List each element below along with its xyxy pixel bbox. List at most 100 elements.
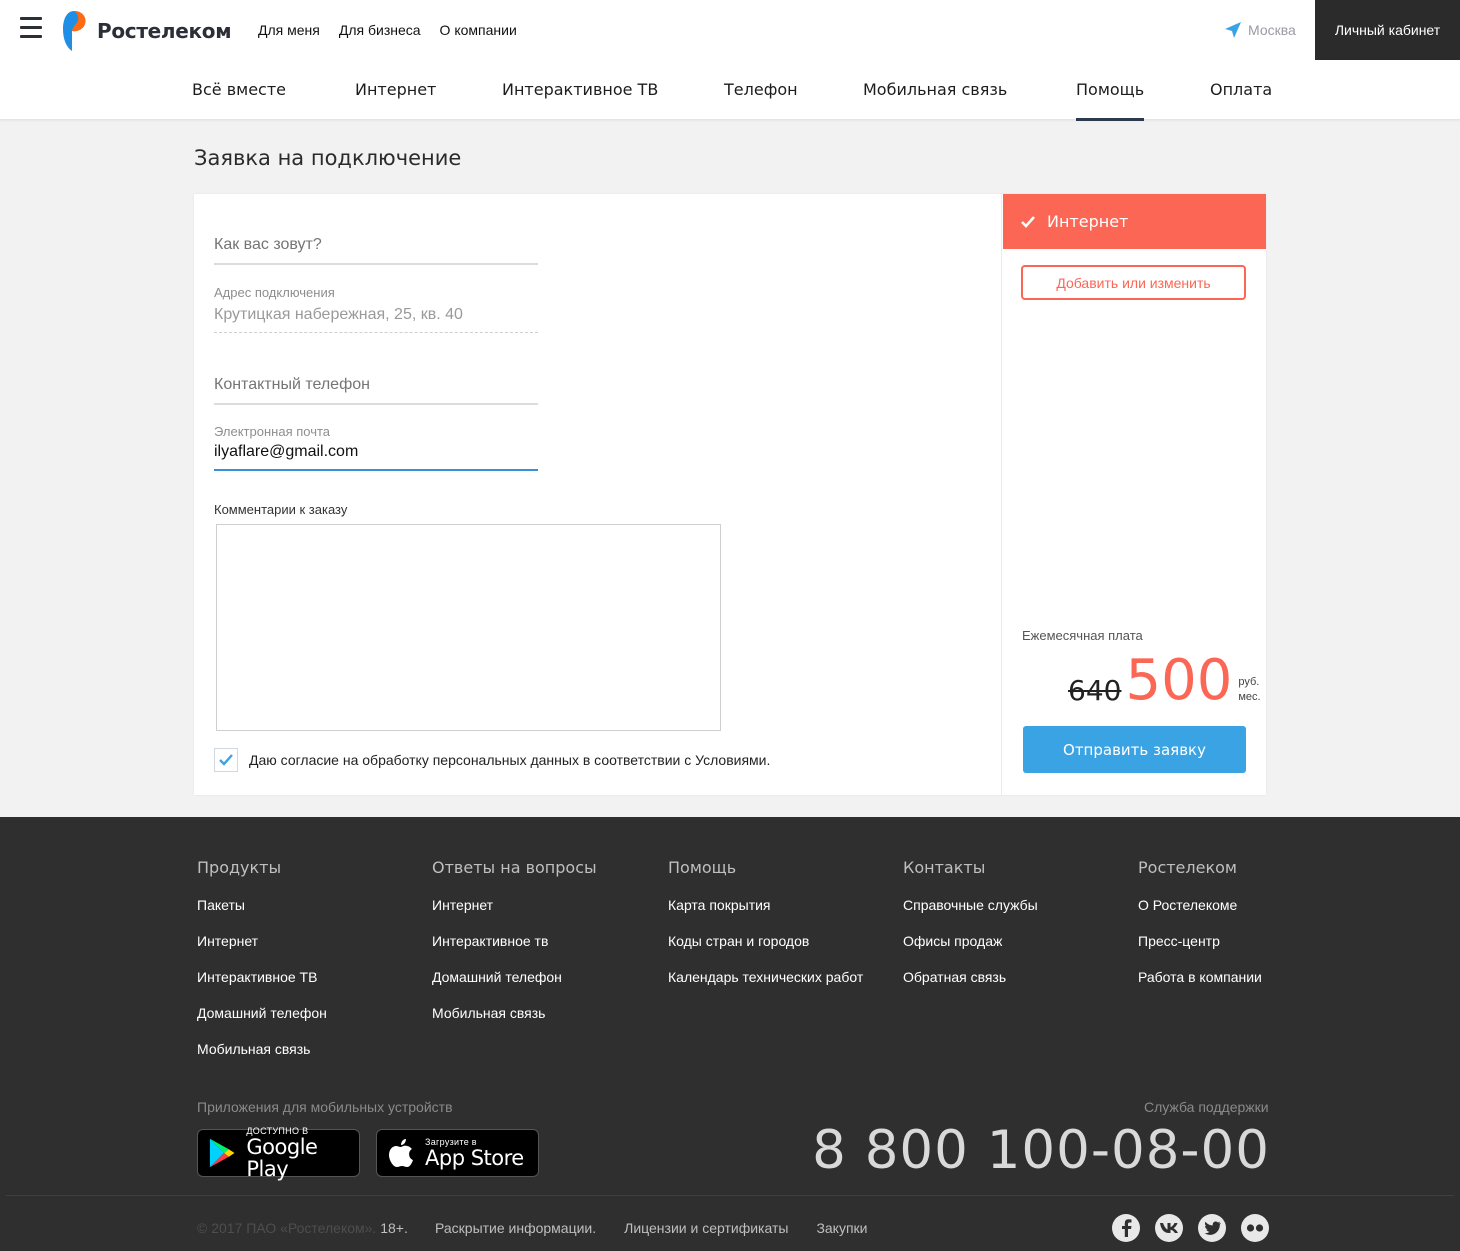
top-link-personal[interactable]: Для меня xyxy=(258,22,320,38)
footer-link[interactable]: О Ростелекоме xyxy=(1138,897,1262,933)
check-icon xyxy=(1021,215,1035,228)
phone-underline xyxy=(214,403,538,405)
menu-icon[interactable] xyxy=(20,17,42,41)
flickr-icon[interactable] xyxy=(1241,1214,1269,1242)
app-store-button[interactable]: Загрузите в App Store xyxy=(376,1129,539,1177)
email-field: Электронная почта xyxy=(214,424,538,471)
support-label: Служба поддержки xyxy=(1144,1099,1269,1115)
logo[interactable]: Ростелеком xyxy=(60,9,232,53)
name-field xyxy=(214,235,538,265)
apple-icon xyxy=(389,1139,413,1167)
footer-link[interactable]: Домашний телефон xyxy=(432,969,597,1005)
footer-link[interactable]: Интерактивное ТВ xyxy=(197,969,327,1005)
app-store-line2: App Store xyxy=(425,1146,524,1170)
email-input[interactable] xyxy=(214,441,538,463)
order-card: Адрес подключения Электронная почта Комм… xyxy=(194,194,1266,795)
copyright-text: © 2017 ПАО «Ростелеком». xyxy=(197,1220,377,1236)
new-price: 500 xyxy=(1125,648,1233,713)
vk-icon[interactable] xyxy=(1155,1214,1183,1242)
personal-account-button[interactable]: Личный кабинет xyxy=(1315,0,1460,60)
footer-col-title: Контакты xyxy=(903,858,986,877)
comment-label: Комментарии к заказу xyxy=(214,502,348,517)
city-selector[interactable]: Москва xyxy=(1224,21,1296,39)
nav-interactive-tv[interactable]: Интерактивное ТВ xyxy=(502,80,658,99)
footer-col-title: Ответы на вопросы xyxy=(432,858,597,877)
checkmark-icon xyxy=(219,754,233,766)
footer-link[interactable]: Справочные службы xyxy=(903,897,1038,933)
footer-col-products: Продукты Пакеты Интернет Интерактивное Т… xyxy=(197,858,327,1077)
consent-checkbox[interactable] xyxy=(214,748,238,772)
footer-link[interactable]: Пакеты xyxy=(197,897,327,933)
footer-link[interactable]: Интернет xyxy=(432,897,597,933)
main-nav: Всё вместе Интернет Интерактивное ТВ Тел… xyxy=(0,60,1460,121)
footer-link[interactable]: Интернет xyxy=(197,933,327,969)
procurement-link[interactable]: Закупки xyxy=(816,1220,867,1236)
address-input[interactable] xyxy=(214,304,538,326)
footer-link[interactable]: Работа в компании xyxy=(1138,969,1262,1005)
top-link-company[interactable]: О компании xyxy=(440,22,517,38)
nav-help[interactable]: Помощь xyxy=(1076,80,1145,121)
nav-all-together[interactable]: Всё вместе xyxy=(192,80,286,99)
submit-request-button[interactable]: Отправить заявку xyxy=(1023,726,1246,773)
address-field: Адрес подключения xyxy=(214,285,538,333)
footer-link[interactable]: Пресс-центр xyxy=(1138,933,1262,969)
location-arrow-icon xyxy=(1225,22,1241,38)
footer-col-contacts: Контакты Справочные службы Офисы продаж … xyxy=(903,858,1038,1005)
facebook-icon[interactable] xyxy=(1112,1214,1140,1242)
email-underline xyxy=(214,469,538,471)
support-phone[interactable]: 8 800 100-08-00 xyxy=(812,1120,1270,1181)
footer-link[interactable]: Календарь технических работ xyxy=(668,969,863,1005)
footer-link[interactable]: Карта покрытия xyxy=(668,897,863,933)
footer-col-title: Продукты xyxy=(197,858,282,877)
footer-col-company: Ростелеком О Ростелекоме Пресс-центр Раб… xyxy=(1138,858,1262,1005)
google-play-line2: Google Play xyxy=(246,1135,318,1181)
email-label: Электронная почта xyxy=(214,424,331,439)
top-bar: Ростелеком Для меня Для бизнеса О компан… xyxy=(0,0,1460,60)
footer-divider xyxy=(6,1195,1454,1196)
twitter-icon[interactable] xyxy=(1198,1214,1226,1242)
price-unit-period: мес. xyxy=(1238,691,1261,703)
footer-link[interactable]: Мобильная связь xyxy=(197,1041,327,1077)
footer-link[interactable]: Домашний телефон xyxy=(197,1005,327,1041)
comment-textarea[interactable] xyxy=(216,524,721,731)
google-play-button[interactable]: ДОСТУПНО В Google Play xyxy=(197,1126,360,1181)
rostelecom-logo-icon xyxy=(60,9,88,53)
address-underline xyxy=(214,332,538,333)
nav-phone[interactable]: Телефон xyxy=(724,80,798,99)
monthly-fee-label: Ежемесячная плата xyxy=(1022,628,1143,643)
footer-link[interactable]: Обратная связь xyxy=(903,969,1038,1005)
name-input[interactable] xyxy=(214,235,538,255)
top-link-business[interactable]: Для бизнеса xyxy=(339,22,421,38)
footer-col-help: Помощь Карта покрытия Коды стран и город… xyxy=(668,858,863,1005)
disclosure-link[interactable]: Раскрытие информации. xyxy=(435,1220,596,1236)
add-or-change-button[interactable]: Добавить или изменить xyxy=(1021,265,1246,300)
footer-link[interactable]: Офисы продаж xyxy=(903,933,1038,969)
footer-bottom-links: Раскрытие информации. Лицензии и сертифи… xyxy=(435,1220,868,1236)
top-nav: Для меня Для бизнеса О компании xyxy=(258,22,517,38)
copyright: © 2017 ПАО «Ростелеком». 18+. xyxy=(197,1220,408,1236)
licenses-link[interactable]: Лицензии и сертификаты xyxy=(624,1220,788,1236)
address-label: Адрес подключения xyxy=(214,285,335,300)
footer-link[interactable]: Коды стран и городов xyxy=(668,933,863,969)
service-name: Интернет xyxy=(1047,212,1129,231)
order-form: Адрес подключения Электронная почта Комм… xyxy=(194,194,1002,795)
footer-link[interactable]: Интерактивное тв xyxy=(432,933,597,969)
price: 640 500 руб. мес. xyxy=(1068,649,1261,713)
nav-internet[interactable]: Интернет xyxy=(355,80,436,99)
footer: Продукты Пакеты Интернет Интерактивное Т… xyxy=(0,817,1460,1251)
old-price: 640 xyxy=(1068,674,1122,707)
nav-mobile[interactable]: Мобильная связь xyxy=(863,80,1007,99)
city-name: Москва xyxy=(1248,22,1296,38)
consent-row: Даю согласие на обработку персональных д… xyxy=(214,748,770,772)
footer-col-faq: Ответы на вопросы Интернет Интерактивное… xyxy=(432,858,597,1041)
google-play-icon xyxy=(209,1138,235,1168)
footer-col-title: Ростелеком xyxy=(1138,858,1237,877)
nav-payment[interactable]: Оплата xyxy=(1210,80,1272,99)
social-links xyxy=(1112,1214,1269,1242)
footer-link[interactable]: Мобильная связь xyxy=(432,1005,597,1041)
name-underline xyxy=(214,263,538,265)
phone-input[interactable] xyxy=(214,375,538,395)
phone-field xyxy=(214,375,538,405)
brand-name: Ростелеком xyxy=(97,19,232,43)
order-summary: Интернет Добавить или изменить Ежемесячн… xyxy=(1002,194,1266,795)
